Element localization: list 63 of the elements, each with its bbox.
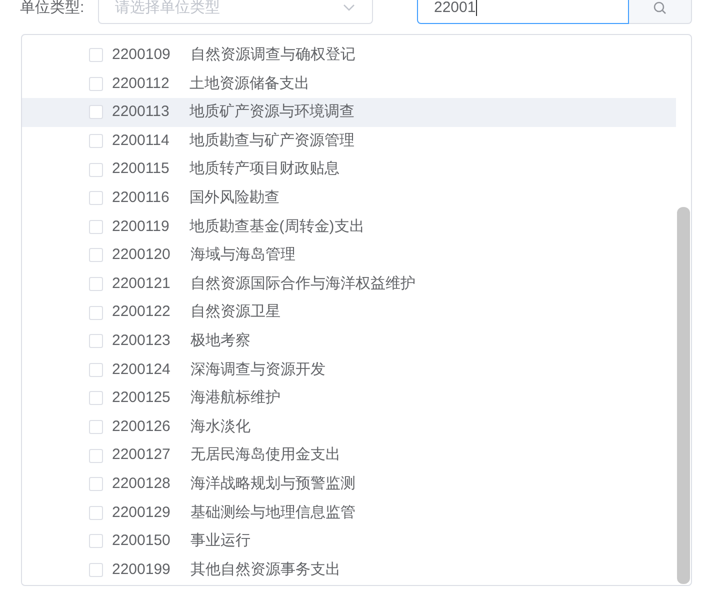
item-name: 自然资源国际合作与海洋权益维护	[190, 274, 416, 294]
item-code: 2200112	[112, 74, 170, 94]
item-name: 基础测绘与地理信息监管	[190, 502, 356, 523]
checkbox[interactable]	[89, 506, 103, 520]
item-name: 自然资源卫星	[190, 302, 280, 322]
list-row-highlight[interactable]: 2200113 地质矿产资源与环境调查	[22, 98, 676, 127]
checkbox[interactable]	[89, 334, 103, 348]
item-name: 地质勘查与矿产资源管理	[189, 130, 354, 151]
item-name: 其他自然资源事务支出	[190, 560, 340, 580]
checkbox[interactable]	[89, 562, 103, 577]
checkbox[interactable]	[89, 534, 103, 548]
item-name: 地质勘查基金(周转金)支出	[189, 216, 364, 237]
checkbox[interactable]	[89, 420, 103, 434]
item-code: 2200124	[112, 360, 170, 380]
item-name: 事业运行	[190, 531, 250, 552]
checkbox[interactable]	[89, 220, 103, 234]
item-code: 2200113	[112, 102, 170, 122]
item-code: 2200150	[112, 531, 170, 552]
item-name: 海港航标维护	[190, 388, 280, 408]
checkbox[interactable]	[89, 248, 103, 262]
item-code: 2200199	[112, 560, 170, 580]
item-name: 海洋战略规划与预警监测	[190, 474, 356, 494]
search-button[interactable]	[629, 0, 692, 24]
checkbox[interactable]	[89, 306, 103, 320]
item-name: 极地考察	[190, 330, 250, 351]
item-name: 国外风险勘查	[189, 188, 280, 208]
checkbox[interactable]	[89, 191, 103, 206]
item-name: 海域与海岛管理	[190, 245, 296, 266]
item-name: 地质转产项目财政贴息	[189, 159, 340, 180]
checkbox[interactable]	[89, 48, 103, 62]
item-code: 2200129	[112, 502, 170, 523]
item-name: 无居民海岛使用金支出	[190, 445, 340, 466]
item-code: 2200116	[112, 188, 170, 208]
item-code: 2200126	[112, 416, 170, 437]
item-code: 2200119	[112, 216, 170, 237]
checkbox[interactable]	[89, 162, 103, 177]
item-code: 2200121	[112, 274, 170, 294]
search-icon	[653, 1, 667, 15]
scrollbar[interactable]	[677, 207, 690, 584]
item-code: 2200125	[112, 388, 170, 408]
checkbox[interactable]	[89, 76, 103, 91]
item-code: 2200115	[112, 159, 170, 180]
checkbox[interactable]	[89, 362, 103, 377]
item-name: 自然资源调查与确权登记	[190, 45, 356, 66]
search-field[interactable]: 22001	[417, 0, 629, 24]
checkbox[interactable]	[89, 134, 103, 148]
item-code: 2200109	[112, 45, 170, 66]
item-code: 2200114	[112, 130, 170, 151]
checkbox[interactable]	[89, 448, 103, 463]
item-code: 2200128	[112, 474, 170, 494]
item-code: 2200122	[112, 302, 170, 322]
item-code: 2200123	[112, 330, 170, 351]
item-name: 深海调查与资源开发	[190, 360, 326, 380]
item-name: 地质矿产资源与环境调查	[189, 102, 354, 122]
checkbox[interactable]	[89, 277, 103, 292]
checkbox[interactable]	[89, 105, 103, 120]
checkbox[interactable]	[89, 391, 103, 406]
item-name: 海水淡化	[190, 416, 250, 437]
field-label: 单位类型:	[20, 0, 86, 16]
item-name: 土地资源储备支出	[189, 74, 310, 94]
checkbox[interactable]	[89, 477, 103, 492]
item-code: 2200120	[112, 245, 170, 266]
item-code: 2200127	[112, 445, 170, 466]
